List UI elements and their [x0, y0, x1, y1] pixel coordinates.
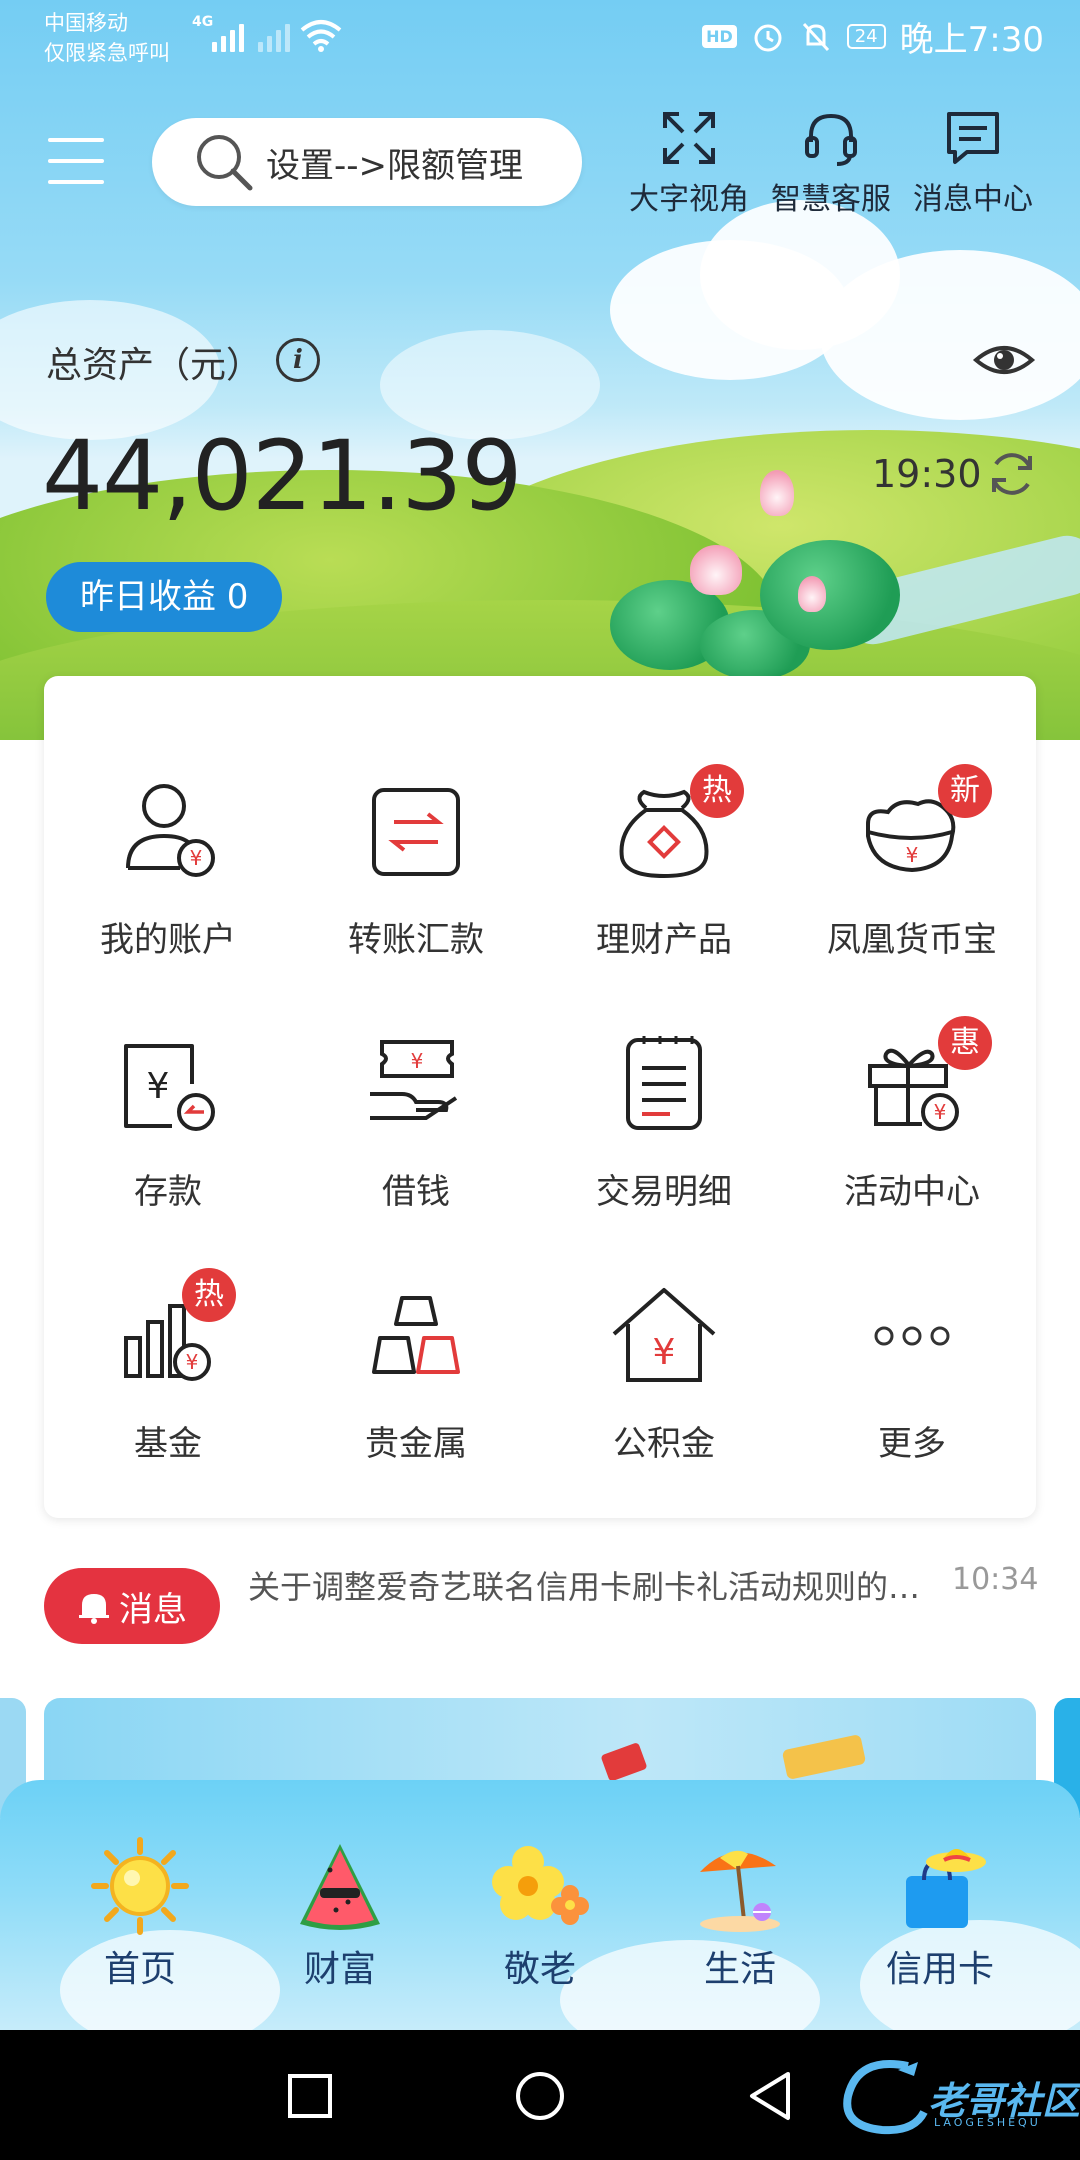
watermark-logo: 老哥社区 LAOGESHEQU	[838, 2050, 1080, 2140]
recent-apps-icon[interactable]	[280, 2066, 340, 2126]
watermelon-icon	[300, 1844, 380, 1930]
total-assets-label: 总资产（元）	[46, 345, 263, 386]
grid-item-transfer[interactable]: 转账汇款	[292, 772, 540, 961]
message-pill[interactable]: 消息	[44, 1568, 220, 1644]
badge-new: 新	[938, 764, 992, 818]
wifi-icon	[300, 20, 342, 52]
svg-text:¥: ¥	[411, 1049, 424, 1073]
search-placeholder: 设置-->限额管理	[266, 145, 524, 186]
svg-text:¥: ¥	[653, 1332, 676, 1373]
signal-icon	[212, 18, 244, 52]
tab-home[interactable]: 首页	[60, 1836, 220, 1992]
carrier-info: 中国移动 仅限紧急呼叫	[44, 11, 170, 65]
grid-item-wealth-products[interactable]: 热 理财产品	[540, 764, 788, 961]
tab-wealth[interactable]: 财富	[260, 1836, 420, 1992]
account-icon: ¥	[126, 784, 215, 877]
total-assets-amount: 44,021.39	[42, 420, 523, 532]
message-time: 10:34	[952, 1562, 1039, 1597]
mute-bell-icon	[802, 22, 829, 51]
transfer-icon	[372, 788, 460, 876]
tab-life[interactable]: 生活	[660, 1836, 820, 1992]
shopping-bag-icon	[906, 1849, 986, 1928]
svg-text:¥: ¥	[934, 1100, 947, 1124]
grid-item-housing-fund[interactable]: ¥ 公积金	[540, 1276, 788, 1465]
grid-item-fund[interactable]: ¥ 热 基金	[44, 1268, 292, 1465]
svg-text:¥: ¥	[906, 843, 919, 867]
info-icon[interactable]: i	[276, 338, 320, 382]
eye-icon[interactable]	[972, 336, 1036, 384]
dragon-logo-icon	[843, 2060, 928, 2135]
gold-bars-icon	[372, 1296, 460, 1374]
grid-item-deposit[interactable]: ¥ 存款	[44, 1024, 292, 1213]
grid-item-currency-treasure[interactable]: ¥ 新 凤凰货币宝	[788, 764, 1036, 961]
deposit-icon: ¥	[124, 1044, 215, 1131]
grid-item-activity-center[interactable]: ¥ 惠 活动中心	[788, 1016, 1036, 1213]
svg-text:¥: ¥	[147, 1066, 170, 1107]
loan-icon: ¥	[370, 1040, 458, 1120]
more-dots-icon	[874, 1326, 950, 1346]
bottom-tab-bar: 首页 财富 敬老 生活 信用卡	[0, 1780, 1080, 2030]
bell-icon	[79, 1594, 109, 1624]
search-bar[interactable]: 设置-->限额管理	[152, 118, 582, 206]
grid-item-my-account[interactable]: ¥ 我的账户	[44, 772, 292, 961]
service-grid-card: ¥ 我的账户 转账汇款 热 理财产品 ¥ 新 凤凰货币宝 ¥ 存款 ¥ 借钱 交…	[44, 676, 1036, 1518]
alarm-icon	[754, 24, 782, 51]
large-font-button[interactable]: 大字视角	[614, 106, 764, 218]
grid-item-precious-metals[interactable]: 贵金属	[292, 1276, 540, 1465]
statement-icon	[626, 1036, 702, 1130]
status-bar: 中国移动 仅限紧急呼叫 4G HD 24 晚上7:30	[0, 0, 1080, 80]
tab-credit-card[interactable]: 信用卡	[860, 1836, 1020, 1992]
grid-item-borrow[interactable]: ¥ 借钱	[292, 1024, 540, 1213]
svg-text:¥: ¥	[186, 1350, 199, 1374]
headset-icon	[805, 113, 857, 166]
yesterday-yield-pill[interactable]: 昨日收益 0	[46, 562, 283, 632]
flower-icon	[492, 1846, 589, 1925]
signal-2-icon	[258, 18, 290, 52]
battery-icon: 24	[846, 24, 886, 49]
sun-icon	[91, 1837, 189, 1935]
refresh-icon[interactable]	[986, 448, 1038, 500]
badge-hot: 热	[690, 764, 744, 818]
message-center-button[interactable]: 消息中心	[898, 106, 1048, 218]
tab-senior[interactable]: 敬老	[460, 1836, 620, 1992]
house-fund-icon: ¥	[612, 1288, 716, 1382]
svg-text:¥: ¥	[190, 846, 203, 870]
expand-icon	[663, 112, 715, 164]
beach-umbrella-icon	[700, 1850, 780, 1932]
customer-service-button[interactable]: 智慧客服	[756, 106, 906, 218]
badge-hot: 热	[182, 1268, 236, 1322]
search-icon	[197, 135, 253, 191]
badge-discount: 惠	[938, 1016, 992, 1070]
hd-icon: HD	[702, 25, 737, 48]
grid-item-transaction-details[interactable]: 交易明细	[540, 1024, 788, 1213]
network-type: 4G	[192, 14, 214, 30]
grid-item-more[interactable]: 更多	[788, 1276, 1036, 1465]
clock-time: 晚上7:30	[899, 20, 1044, 60]
back-triangle-icon[interactable]	[740, 2066, 800, 2126]
menu-icon[interactable]	[48, 138, 104, 184]
message-headline[interactable]: 关于调整爱奇艺联名信用卡刷卡礼活动规则的公告	[248, 1562, 938, 1608]
home-circle-icon[interactable]	[510, 2066, 570, 2126]
message-icon	[947, 112, 999, 164]
assets-update-time: 19:30	[872, 452, 982, 496]
